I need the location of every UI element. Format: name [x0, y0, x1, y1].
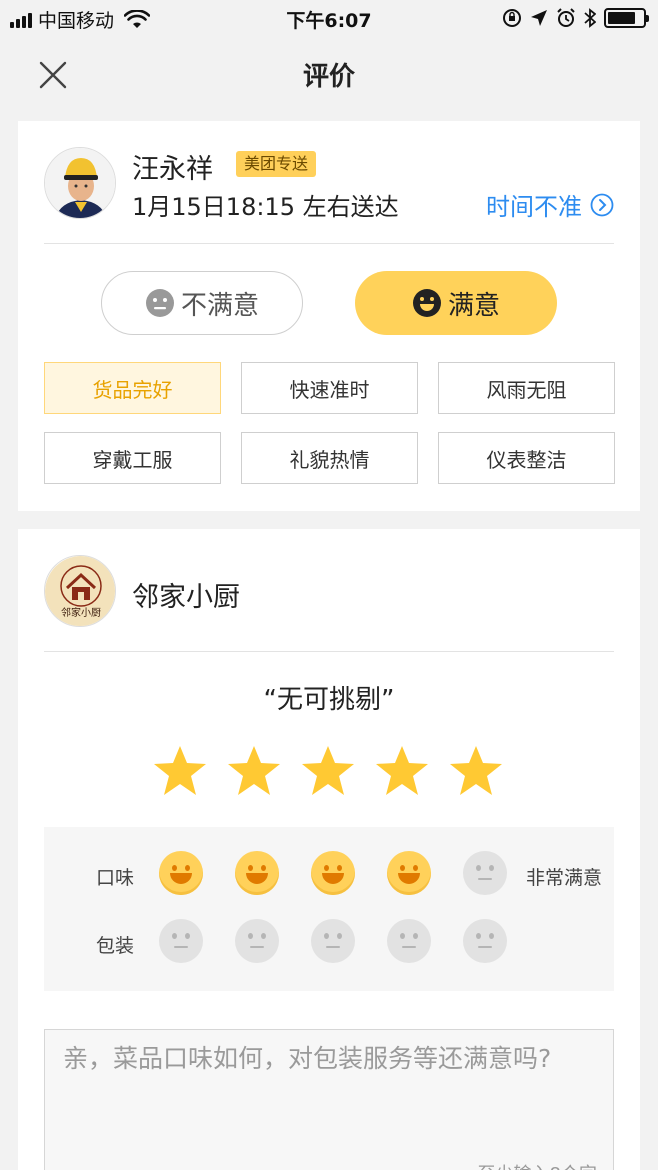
divider	[44, 651, 614, 652]
rating-desc-taste: 非常满意	[525, 867, 602, 889]
neutral-face-icon[interactable]	[159, 919, 203, 963]
unsatisfied-label: 不满意	[180, 290, 259, 321]
unsatisfied-button[interactable]: 不满意	[101, 271, 303, 335]
smile-face-icon[interactable]	[387, 851, 431, 895]
rotation-lock-icon	[503, 9, 521, 27]
page-title: 评价	[302, 62, 355, 92]
comment-input[interactable]	[45, 1030, 613, 1170]
bluetooth-icon	[584, 8, 596, 28]
shop-logo-text: 邻家小厨	[61, 606, 101, 619]
rating-row-taste: 口味 非常满意	[44, 845, 614, 905]
char-counter: 至少输入8个字	[478, 1160, 597, 1170]
tag-all-weather[interactable]: 风雨无阻	[438, 362, 615, 414]
star-icon[interactable]	[226, 744, 282, 798]
shop-review-card: 邻家小厨 邻家小厨 “无可挑剔” 口味 非常满意 包装 至少输入8个字	[18, 529, 640, 1170]
tag-fast-on-time[interactable]: 快速准时	[241, 362, 418, 414]
packaging-faces[interactable]	[159, 919, 507, 963]
delivery-time: 1月15日18:15 左右送达	[132, 193, 399, 221]
delivery-badge: 美团专送	[236, 151, 317, 177]
detail-rating-box: 口味 非常满意 包装	[44, 827, 614, 991]
rating-quote: “无可挑剔”	[263, 685, 395, 715]
satisfied-label: 满意	[447, 290, 500, 321]
smile-face-icon	[412, 289, 441, 317]
star-icon[interactable]	[374, 744, 430, 798]
comment-box: 至少输入8个字	[44, 1029, 614, 1170]
alarm-icon	[557, 8, 575, 27]
rider-review-card: 汪永祥 美团专送 1月15日18:15 左右送达 时间不准 不满意 满意 货品完…	[18, 121, 640, 511]
tag-neat[interactable]: 仪表整洁	[438, 432, 615, 484]
neutral-face-icon[interactable]	[235, 919, 279, 963]
shop-logo: 邻家小厨	[44, 555, 116, 627]
location-icon	[531, 10, 547, 26]
rider-name: 汪永祥	[132, 154, 213, 185]
rating-label-packaging: 包装	[96, 935, 135, 957]
satisfied-button[interactable]: 满意	[355, 271, 557, 335]
status-icons	[502, 8, 649, 28]
tag-uniform[interactable]: 穿戴工服	[44, 432, 221, 484]
rating-label-taste: 口味	[96, 867, 135, 889]
star-icon[interactable]	[448, 744, 504, 798]
neutral-face-icon	[145, 289, 174, 317]
neutral-face-icon[interactable]	[463, 851, 507, 895]
tag-polite[interactable]: 礼貌热情	[241, 432, 418, 484]
neutral-face-icon[interactable]	[311, 919, 355, 963]
status-bar: 中国移动 下午6:07	[0, 0, 658, 36]
nav-bar: 评价	[0, 36, 658, 112]
rider-tags: 货品完好 快速准时 风雨无阻 穿戴工服 礼貌热情 仪表整洁	[44, 362, 615, 484]
divider	[44, 243, 614, 244]
smile-face-icon[interactable]	[235, 851, 279, 895]
time-inaccurate-label: 时间不准	[486, 193, 582, 221]
smile-face-icon[interactable]	[159, 851, 203, 895]
tag-goods-intact[interactable]: 货品完好	[44, 362, 221, 414]
star-rating[interactable]	[152, 744, 504, 798]
shop-name: 邻家小厨	[132, 582, 240, 613]
neutral-face-icon[interactable]	[387, 919, 431, 963]
time-inaccurate-link[interactable]: 时间不准	[486, 187, 614, 222]
star-icon[interactable]	[152, 744, 208, 798]
rider-avatar	[44, 147, 116, 219]
smile-face-icon[interactable]	[311, 851, 355, 895]
taste-faces[interactable]	[159, 851, 507, 895]
star-icon[interactable]	[300, 744, 356, 798]
chevron-right-circle-icon	[590, 193, 614, 216]
battery-icon	[604, 8, 649, 28]
rating-row-packaging: 包装	[44, 913, 614, 973]
neutral-face-icon[interactable]	[463, 919, 507, 963]
